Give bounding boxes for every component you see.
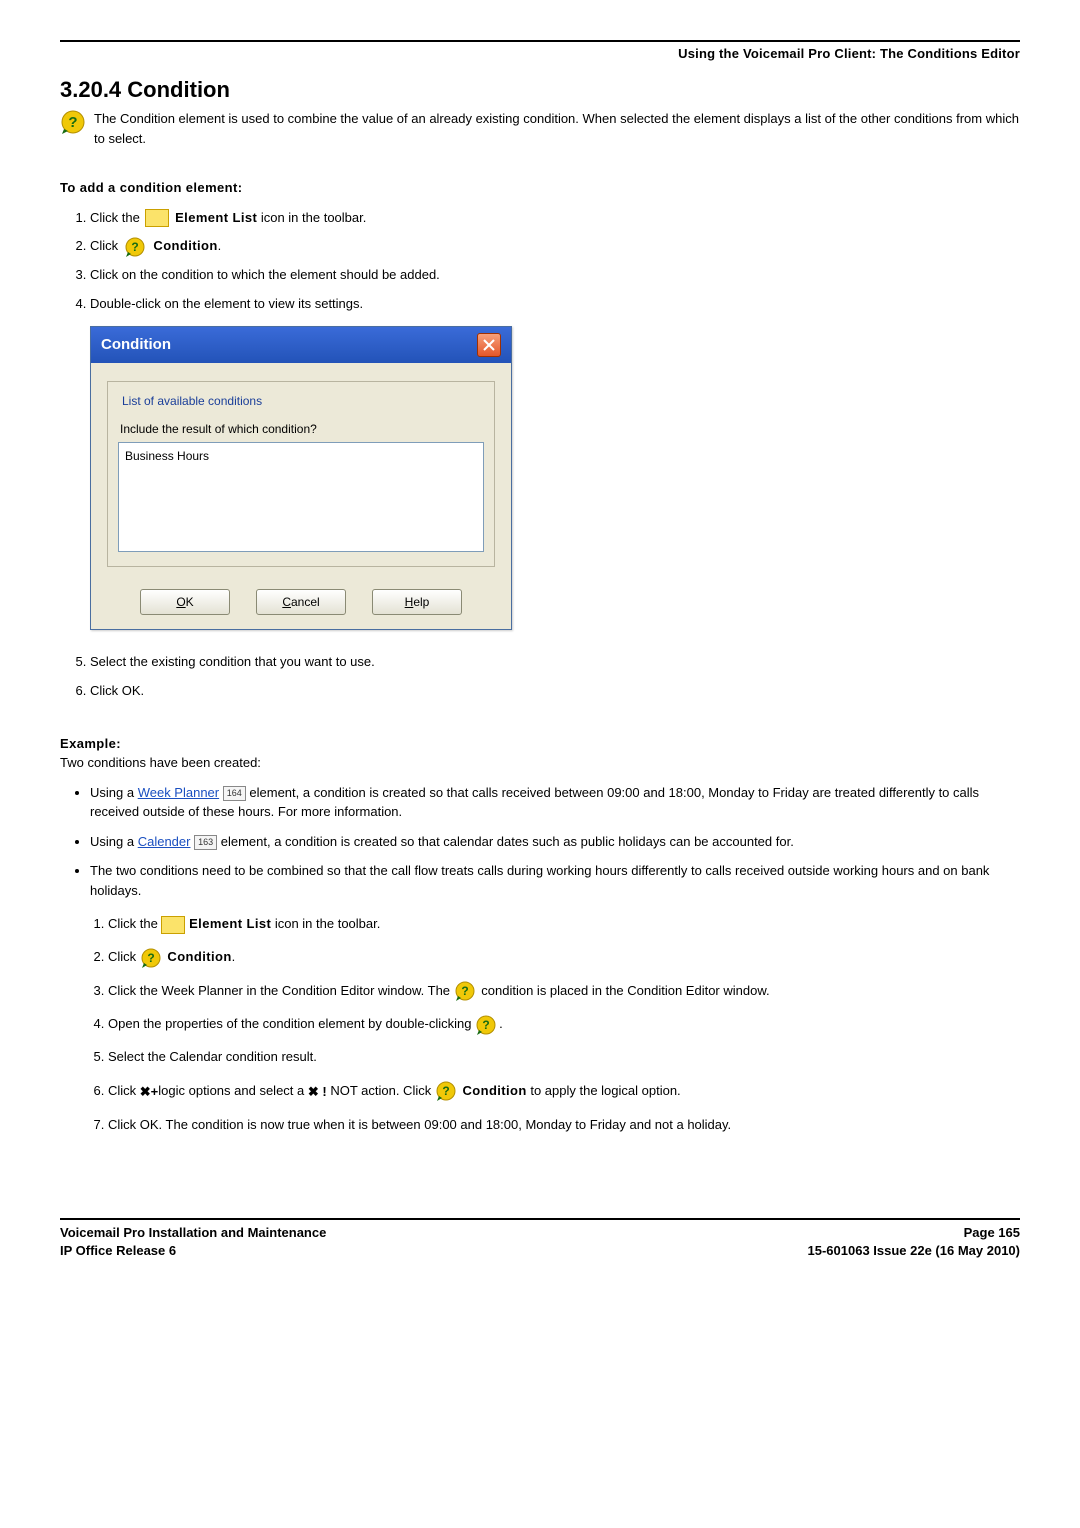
step-text: icon in the toolbar. <box>257 210 366 225</box>
step-text: to apply the logical option. <box>527 1083 681 1098</box>
logic-plus-icon: ✖+ <box>140 1084 158 1099</box>
conditions-listbox[interactable]: Business Hours <box>118 442 484 552</box>
intro-text: The Condition element is used to combine… <box>94 109 1020 148</box>
add-condition-subhead: To add a condition element: <box>60 178 1020 198</box>
condition-icon: ? <box>475 1014 499 1036</box>
step-text: logic options and select a <box>158 1083 308 1098</box>
example-intro: Two conditions have been created: <box>60 753 1020 773</box>
svg-text:?: ? <box>461 984 468 998</box>
step-text: . <box>232 949 236 964</box>
page-ref: 163 <box>194 835 217 851</box>
close-button[interactable] <box>477 333 501 357</box>
list-item[interactable]: Business Hours <box>125 447 477 465</box>
page-ref: 164 <box>223 786 246 802</box>
logic-not-icon: ✖ ! <box>308 1084 327 1099</box>
bullet-text: element, a condition is created so that … <box>217 834 794 849</box>
footer-doc-title: Voicemail Pro Installation and Maintenan… <box>60 1224 326 1242</box>
step-text: Click <box>108 949 136 964</box>
page-header: Using the Voicemail Pro Client: The Cond… <box>60 46 1020 61</box>
step-text: Click the Week Planner in the Condition … <box>108 983 454 998</box>
step-text: Open the properties of the condition ele… <box>108 1016 475 1031</box>
footer-product: IP Office Release 6 <box>60 1242 326 1260</box>
step-text: condition is placed in the Condition Edi… <box>481 983 769 998</box>
svg-text:?: ? <box>131 240 138 254</box>
section-name: Condition <box>127 77 230 102</box>
step-text: Select the existing condition that you w… <box>90 650 1020 675</box>
step-text: icon in the toolbar. <box>271 916 380 931</box>
example-inner-steps: Click the Element List icon in the toolb… <box>108 910 1020 1138</box>
step-text: Click on the condition to which the elem… <box>90 263 1020 288</box>
svg-text:?: ? <box>68 114 77 131</box>
step-text: Click OK. The condition is now true when… <box>108 1111 1020 1138</box>
step-text: Click the <box>108 916 158 931</box>
condition-icon: ? <box>454 980 478 1002</box>
condition-icon: ? <box>60 109 88 135</box>
step-bold: Condition <box>153 238 217 253</box>
step-text: Select the Calendar condition result. <box>108 1043 1020 1070</box>
add-condition-steps: Click the Element List icon in the toolb… <box>90 206 1020 317</box>
element-list-icon <box>161 916 185 934</box>
cancel-button[interactable]: Cancel <box>256 589 346 615</box>
add-condition-steps-cont: Select the existing condition that you w… <box>90 650 1020 703</box>
svg-text:?: ? <box>482 1018 489 1032</box>
step-bold: Condition <box>167 949 231 964</box>
bullet-text: Using a <box>90 834 138 849</box>
help-button[interactable]: Help <box>372 589 462 615</box>
bullet-text: Using a <box>90 785 138 800</box>
example-heading: Example: <box>60 734 1020 754</box>
svg-text:?: ? <box>147 951 154 965</box>
step-text: Click <box>90 238 118 253</box>
section-title: 3.20.4 Condition <box>60 77 1020 103</box>
bullet-text: The two conditions need to be combined s… <box>90 863 989 898</box>
ok-button[interactable]: OK <box>140 589 230 615</box>
fieldset-legend: List of available conditions <box>118 392 266 410</box>
dialog-title: Condition <box>101 334 171 357</box>
step-bold: Condition <box>462 1083 526 1098</box>
step-text: Click the <box>90 210 140 225</box>
step-text: Click <box>108 1083 140 1098</box>
step-bold: Element List <box>189 916 271 931</box>
step-text: NOT action. Click <box>327 1083 435 1098</box>
field-label: Include the result of which condition? <box>120 420 484 438</box>
footer-page-number: Page 165 <box>808 1224 1021 1242</box>
step-text: Click OK. <box>90 679 1020 704</box>
condition-icon: ? <box>435 1080 459 1102</box>
element-list-icon <box>145 209 169 227</box>
calender-link[interactable]: Calender <box>138 834 191 849</box>
footer-doc-id: 15-601063 Issue 22e (16 May 2010) <box>808 1242 1021 1260</box>
step-text: . <box>218 238 222 253</box>
svg-text:?: ? <box>442 1084 449 1098</box>
step-text: Double-click on the element to view its … <box>90 292 1020 317</box>
step-bold: Element List <box>175 210 257 225</box>
page-footer: Voicemail Pro Installation and Maintenan… <box>60 1220 1020 1260</box>
week-planner-link[interactable]: Week Planner <box>138 785 219 800</box>
condition-icon: ? <box>124 236 148 258</box>
example-bullets: Using a Week Planner 164 element, a cond… <box>90 783 1020 1138</box>
step-text: . <box>499 1016 503 1031</box>
section-number: 3.20.4 <box>60 77 121 102</box>
condition-dialog: Condition List of available conditions I… <box>90 326 512 630</box>
condition-icon: ? <box>140 947 164 969</box>
